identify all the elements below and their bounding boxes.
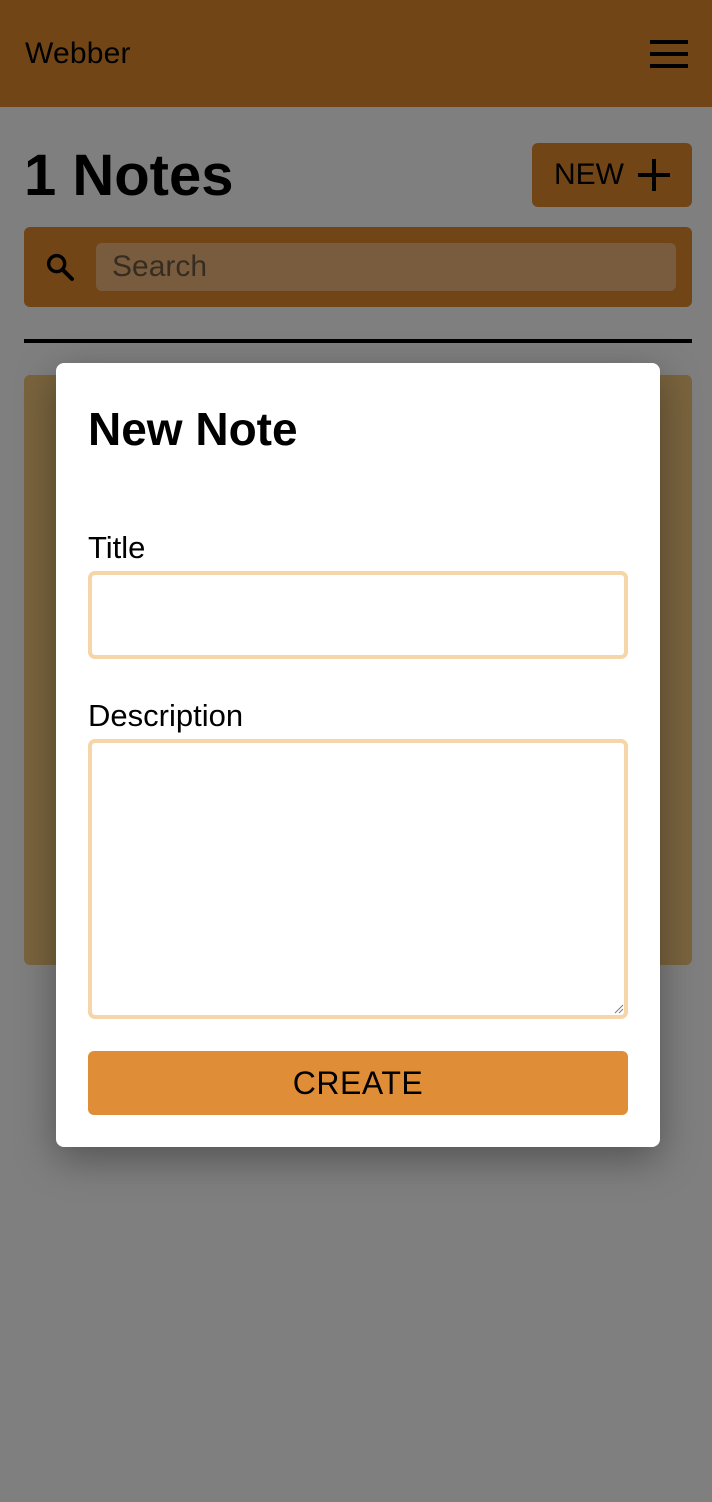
new-note-dialog: New Note Title Description CREATE (56, 363, 660, 1147)
description-field-label: Description (88, 698, 244, 733)
resize-handle-icon[interactable] (614, 1004, 624, 1014)
description-textarea[interactable] (88, 739, 628, 1019)
title-field-label: Title (88, 530, 146, 565)
dialog-title: New Note (88, 403, 298, 455)
create-button[interactable]: CREATE (88, 1051, 628, 1115)
title-input[interactable] (88, 571, 628, 659)
